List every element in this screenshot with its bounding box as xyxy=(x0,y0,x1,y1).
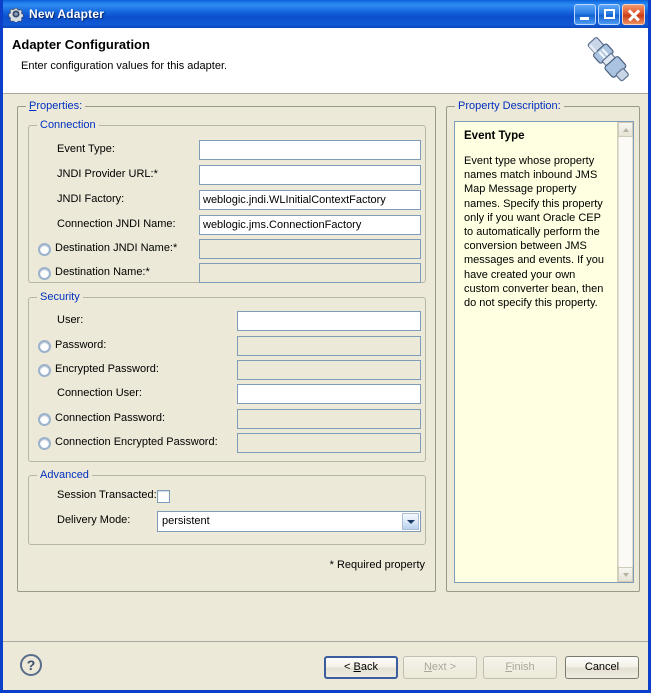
dialog-header: Adapter Configuration Enter configuratio… xyxy=(3,28,648,94)
input-destination-name[interactable] xyxy=(199,263,421,283)
input-connection-encrypted-password[interactable] xyxy=(237,433,421,453)
input-destination-jndi-name[interactable] xyxy=(199,239,421,259)
radio-connection-password[interactable] xyxy=(38,413,51,426)
scroll-down-icon[interactable] xyxy=(618,567,633,582)
field-row-password: Password: xyxy=(29,336,425,357)
properties-legend: Properties: xyxy=(26,100,86,112)
field-row-connection-jndi-name: Connection JNDI Name: weblogic.jms.Conne… xyxy=(29,215,425,236)
field-row-session-transacted: Session Transacted: xyxy=(29,486,425,507)
page-subtitle: Enter configuration values for this adap… xyxy=(21,60,228,72)
field-row-delivery-mode: Delivery Mode: persistent xyxy=(29,511,425,532)
radio-encrypted-password[interactable] xyxy=(38,364,51,377)
radio-destination-name[interactable] xyxy=(38,267,51,280)
dialog-body: Properties: Connection Event Type: JNDI … xyxy=(3,94,648,690)
label-connection-user: Connection User: xyxy=(57,387,142,399)
cancel-button[interactable]: Cancel xyxy=(565,656,639,679)
property-description-group: Property Description: Event Type Event t… xyxy=(446,100,640,592)
chevron-down-icon[interactable] xyxy=(402,513,419,530)
label-encrypted-password: Encrypted Password: xyxy=(55,363,159,375)
radio-destination-jndi-name[interactable] xyxy=(38,243,51,256)
maximize-button[interactable] xyxy=(598,3,620,25)
field-row-jndi-factory: JNDI Factory: weblogic.jndi.WLInitialCon… xyxy=(29,190,425,211)
label-connection-password: Connection Password: xyxy=(55,412,166,424)
field-row-connection-encrypted-password: Connection Encrypted Password: xyxy=(29,433,425,454)
field-row-user: User: xyxy=(29,311,425,332)
field-row-event-type: Event Type: xyxy=(29,140,425,161)
radio-password[interactable] xyxy=(38,340,51,353)
input-event-type[interactable] xyxy=(199,140,421,160)
label-delivery-mode: Delivery Mode: xyxy=(57,514,131,526)
required-property-note: * Required property xyxy=(329,559,425,571)
label-destination-jndi-name: Destination JNDI Name:* xyxy=(55,242,178,254)
minimize-button[interactable] xyxy=(574,3,596,25)
field-row-connection-password: Connection Password: xyxy=(29,409,425,430)
window-controls xyxy=(574,3,645,25)
adapter-plug-icon xyxy=(578,30,642,92)
label-jndi-provider-url: JNDI Provider URL:* xyxy=(57,168,158,180)
properties-group: Properties: Connection Event Type: JNDI … xyxy=(17,100,436,592)
input-jndi-provider-url[interactable] xyxy=(199,165,421,185)
advanced-legend: Advanced xyxy=(37,469,92,481)
label-connection-encrypted-password: Connection Encrypted Password: xyxy=(55,436,218,448)
security-group: Security User: Password: Encrypted Passw… xyxy=(28,291,426,462)
property-description-scrollbar[interactable] xyxy=(617,122,633,582)
dropdown-delivery-mode[interactable]: persistent xyxy=(157,511,421,532)
scrollbar-track[interactable] xyxy=(618,137,633,567)
input-connection-password[interactable] xyxy=(237,409,421,429)
checkbox-session-transacted[interactable] xyxy=(157,490,170,503)
label-user: User: xyxy=(57,314,84,326)
label-jndi-factory: JNDI Factory: xyxy=(57,193,125,205)
field-row-destination-name: Destination Name:* xyxy=(29,263,425,284)
property-description-legend: Property Description: xyxy=(455,100,564,112)
label-connection-jndi-name: Connection JNDI Name: xyxy=(57,218,176,230)
field-row-jndi-provider-url: JNDI Provider URL:* xyxy=(29,165,425,186)
input-encrypted-password[interactable] xyxy=(237,360,421,380)
page-title: Adapter Configuration xyxy=(12,37,150,52)
next-button: Next > xyxy=(403,656,477,679)
input-connection-user[interactable] xyxy=(237,384,421,404)
property-description-text: Event type whose property names match in… xyxy=(464,155,605,310)
close-button[interactable] xyxy=(622,3,645,25)
window-title: New Adapter xyxy=(29,7,105,21)
input-connection-jndi-name[interactable]: weblogic.jms.ConnectionFactory xyxy=(199,215,421,235)
input-password[interactable] xyxy=(237,336,421,356)
input-jndi-factory[interactable]: weblogic.jndi.WLInitialContextFactory xyxy=(199,190,421,210)
back-button[interactable]: < Back xyxy=(324,656,398,679)
field-row-encrypted-password: Encrypted Password: xyxy=(29,360,425,381)
label-password: Password: xyxy=(55,339,107,351)
property-description-title: Event Type xyxy=(464,130,525,142)
label-event-type: Event Type: xyxy=(57,143,115,155)
input-user[interactable] xyxy=(237,311,421,331)
dialog-footer: ? < Back Next > Finish Cancel xyxy=(3,642,648,690)
radio-connection-encrypted-password[interactable] xyxy=(38,437,51,450)
connection-legend: Connection xyxy=(37,119,99,131)
dropdown-delivery-mode-value: persistent xyxy=(162,515,210,527)
new-adapter-dialog: New Adapter Adapter Configuration Enter … xyxy=(0,0,651,693)
help-icon[interactable]: ? xyxy=(20,654,42,676)
gear-icon xyxy=(8,6,24,24)
scroll-up-icon[interactable] xyxy=(618,122,633,137)
security-legend: Security xyxy=(37,291,83,303)
field-row-destination-jndi-name: Destination JNDI Name:* xyxy=(29,239,425,260)
label-session-transacted: Session Transacted: xyxy=(57,489,157,501)
advanced-group: Advanced Session Transacted: Delivery Mo… xyxy=(28,469,426,545)
finish-button: Finish xyxy=(483,656,557,679)
connection-group: Connection Event Type: JNDI Provider URL… xyxy=(28,119,426,284)
title-bar: New Adapter xyxy=(3,0,648,28)
property-description-box: Event Type Event type whose property nam… xyxy=(454,121,634,583)
label-destination-name: Destination Name:* xyxy=(55,266,150,278)
field-row-connection-user: Connection User: xyxy=(29,384,425,405)
